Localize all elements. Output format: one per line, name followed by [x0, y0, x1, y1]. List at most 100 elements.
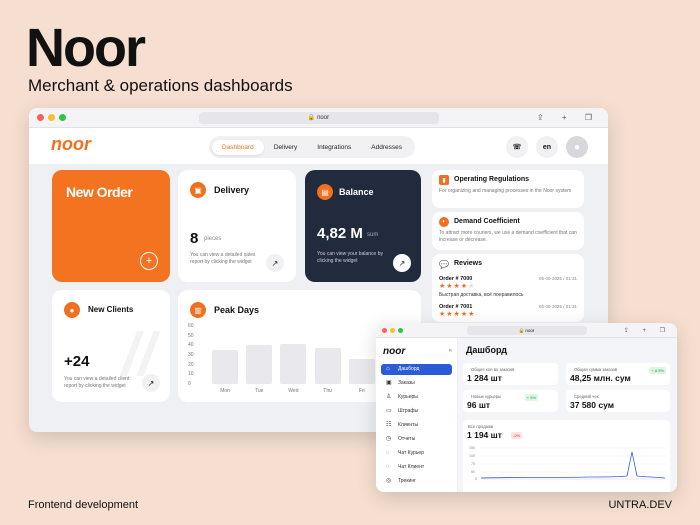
- sales-label: Все продажи: [468, 424, 494, 429]
- arrow-icon[interactable]: ↗: [142, 374, 160, 392]
- chat-icon: ◌: [386, 450, 390, 456]
- minimize-dot[interactable]: [48, 114, 55, 121]
- delivery-sub: You can view a detailed sales report by …: [190, 252, 256, 265]
- balance-card[interactable]: ▤ Balance 4,82 M sum You can view your b…: [305, 170, 421, 282]
- close-dot[interactable]: [37, 114, 44, 121]
- balance-unit: sum: [367, 232, 379, 238]
- svg-text:75: 75: [471, 462, 475, 466]
- y-tick-label: 0: [188, 381, 191, 387]
- user-icon: ●: [64, 302, 80, 318]
- operating-title: Operating Regulations: [454, 176, 530, 183]
- logo: noor: [51, 134, 91, 154]
- url-text: noor: [317, 114, 330, 121]
- bar[interactable]: [348, 358, 375, 384]
- balance-sub: You can view your balance by clicking th…: [317, 251, 383, 264]
- sidebar-item-label: Клиенты: [398, 422, 419, 428]
- tab-dashboard[interactable]: Dashboard: [212, 139, 264, 155]
- sales-chart: 150 100 75 500: [469, 446, 665, 481]
- sidebar-item-reports[interactable]: ◷ Отчеты: [381, 434, 452, 445]
- sidebar-item-label: Чат Курьер: [398, 450, 424, 456]
- close-dot[interactable]: [382, 327, 387, 333]
- operating-sub: For organizing and managing processes in…: [439, 188, 572, 194]
- address-bar[interactable]: 🔒 noor: [466, 325, 587, 335]
- y-tick-label: 30: [188, 352, 194, 358]
- stat-card[interactable]: Общая сумма заказов 48,25 млн. сум + 8.5…: [566, 363, 670, 385]
- chat-icon: 💬: [439, 259, 449, 269]
- y-tick-label: 40: [188, 342, 194, 349]
- stat-value: 37 580 сум: [570, 400, 614, 410]
- plus-icon[interactable]: +: [140, 252, 158, 270]
- sidebar: noor « ⌂ Дашборд ▣ Заказы ♙ Курьеры ▭ Штрафы…: [376, 338, 458, 492]
- sidebar-item-courier-chat[interactable]: ◌ Чат Курьер: [381, 448, 452, 459]
- location-icon: ◎: [386, 478, 392, 484]
- delivery-title: Delivery: [214, 185, 250, 195]
- stat-card[interactable]: Средний чек 37 580 сум: [566, 390, 670, 412]
- bar[interactable]: [314, 348, 341, 384]
- clock-icon: ◷: [386, 436, 392, 442]
- sidebar-item-fines[interactable]: ▭ Штрафы: [381, 406, 452, 417]
- new-order-card[interactable]: New Order +: [52, 170, 170, 282]
- status-badge: + 8.5%: [649, 367, 666, 374]
- top-bar-actions: ☏ en ●: [506, 136, 588, 158]
- x-tick-label: Fri: [358, 388, 365, 394]
- language-button[interactable]: en: [536, 136, 558, 158]
- sidebar-item-dashboard[interactable]: ⌂ Дашборд: [381, 364, 452, 375]
- review-item[interactable]: Order # 7000 05-09-2025 / 01:31 ★★★★★ Бы…: [439, 276, 577, 298]
- maximize-dot[interactable]: [59, 114, 66, 121]
- reviews-card[interactable]: 💬 Reviews Order # 7000 05-09-2025 / 01:3…: [432, 254, 584, 322]
- delivery-card[interactable]: ▣ Delivery 8 pieces You can view a detai…: [178, 170, 296, 282]
- avatar[interactable]: ●: [566, 136, 588, 158]
- sidebar-item-label: Заказы: [398, 380, 415, 386]
- new-clients-card[interactable]: // ● New Clients +24 You can view a deta…: [52, 290, 170, 402]
- status-badge: -2%: [511, 432, 523, 439]
- y-tick-label: 20: [188, 361, 194, 368]
- sidebar-item-orders[interactable]: ▣ Заказы: [381, 378, 452, 389]
- operating-regulations-card[interactable]: ▮ Operating Regulations For organizing a…: [432, 170, 584, 208]
- new-clients-sub: You can view a detailed client report by…: [64, 376, 130, 389]
- book-icon: ▮: [439, 175, 449, 185]
- y-tick-label: 10: [188, 371, 194, 378]
- sales-value: 1 194 шт: [467, 430, 502, 440]
- bar[interactable]: [280, 344, 307, 384]
- stat-card[interactable]: Новые курьеры 96 шт + 5%: [463, 390, 558, 412]
- bar[interactable]: [246, 345, 273, 384]
- sidebar-item-client-chat[interactable]: ◌ Чат Клиент: [381, 462, 452, 473]
- sidebar-item-clients[interactable]: ☷ Клиенты: [381, 420, 452, 431]
- brand-title: Noor: [26, 18, 146, 78]
- bar[interactable]: [212, 350, 239, 384]
- new-clients-value: +24: [64, 353, 90, 370]
- browser-actions[interactable]: ⇪ + ❐: [537, 113, 600, 122]
- browser-actions[interactable]: ⇪ + ❐: [624, 327, 671, 334]
- sidebar-item-couriers[interactable]: ♙ Курьеры: [381, 392, 452, 403]
- stat-value: 1 284 шт: [467, 373, 502, 383]
- svg-text:100: 100: [469, 454, 475, 458]
- tagline: Merchant & operations dashboards: [28, 76, 293, 95]
- stat-card[interactable]: Общее кол-во заказов 1 284 шт: [463, 363, 558, 385]
- demand-title: Demand Coefficient: [454, 218, 520, 225]
- logo: noor: [383, 346, 406, 357]
- review-item[interactable]: Order # 7001 05-09-2025 / 01:31 ★★★★★: [439, 304, 577, 320]
- stat-value: 48,25 млн. сум: [570, 373, 631, 383]
- maximize-dot[interactable]: [398, 327, 403, 333]
- sidebar-item-tracking[interactable]: ◎ Трекинг: [381, 476, 452, 487]
- rating-stars: ★★★★★: [439, 283, 476, 290]
- lock-icon: 🔒: [307, 114, 318, 121]
- y-tick-label: 50: [188, 332, 194, 339]
- url-text: noor: [525, 327, 535, 333]
- tab-addresses[interactable]: Addresses: [361, 140, 412, 155]
- new-clients-title: New Clients: [88, 305, 134, 314]
- address-bar[interactable]: 🔒 noor: [198, 111, 439, 124]
- support-icon[interactable]: ☏: [506, 136, 528, 158]
- arrow-icon[interactable]: ↗: [393, 254, 411, 272]
- minimize-dot[interactable]: [390, 327, 395, 333]
- browser-chrome: 🔒 noor ⇪ + ❐: [29, 108, 608, 128]
- tab-delivery[interactable]: Delivery: [264, 140, 307, 155]
- demand-coefficient-card[interactable]: ◐ Demand Coefficient To attract more cou…: [432, 212, 584, 250]
- tab-integrations[interactable]: Integrations: [307, 140, 361, 155]
- sales-card[interactable]: Все продажи 1 194 шт -2% 150 100 75 50 0: [463, 420, 670, 492]
- arrow-icon[interactable]: ↗: [266, 254, 284, 272]
- admin-window: 🔒 noor ⇪ + ❐ noor « ⌂ Дашборд ▣ Заказы ♙ Ку…: [376, 323, 677, 492]
- collapse-icon[interactable]: «: [449, 348, 452, 354]
- footer-left: Frontend development: [28, 499, 139, 511]
- reviews-title: Reviews: [454, 260, 483, 267]
